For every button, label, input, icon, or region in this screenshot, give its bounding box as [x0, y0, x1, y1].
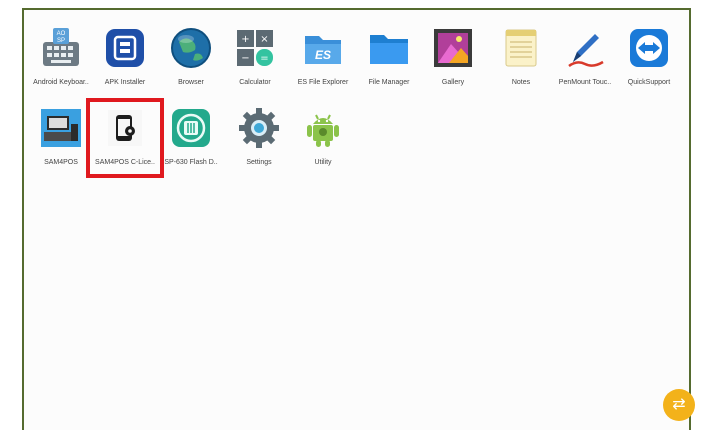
app-sam4pos[interactable]: SAM4POS	[29, 106, 93, 176]
app-label: PenMount Touc..	[558, 79, 612, 86]
pen-icon	[563, 26, 607, 70]
calculator-icon: + × − =	[233, 26, 277, 70]
app-label: APK Installer	[104, 79, 146, 86]
es-file-explorer-icon: ES	[301, 26, 345, 70]
app-sp630-flash-driver[interactable]: SP-630 Flash D..	[159, 106, 223, 176]
app-label: SP-630 Flash D..	[164, 159, 218, 166]
app-file-manager[interactable]: File Manager	[357, 26, 421, 96]
app-label: Gallery	[441, 79, 465, 86]
app-calculator[interactable]: + × − = Calculator	[223, 26, 287, 96]
app-gallery[interactable]: Gallery	[421, 26, 485, 96]
apk-installer-icon	[103, 26, 147, 70]
app-es-file-explorer[interactable]: ES ES File Explorer	[291, 26, 355, 96]
app-label: ES File Explorer	[297, 79, 349, 86]
app-label: QuickSupport	[627, 79, 671, 86]
app-quicksupport[interactable]: QuickSupport	[617, 26, 681, 96]
app-apk-installer[interactable]: APK Installer	[93, 26, 157, 96]
browser-globe-icon	[169, 26, 213, 70]
app-browser[interactable]: Browser	[159, 26, 223, 96]
teamviewer-icon	[627, 26, 671, 70]
svg-text:+: +	[241, 34, 249, 45]
app-notes[interactable]: Notes	[489, 26, 553, 96]
app-label: Notes	[511, 79, 531, 86]
app-label: Android Keyboar..	[33, 79, 89, 86]
app-label: Browser	[178, 79, 204, 86]
android-robot-icon	[301, 106, 345, 150]
app-settings[interactable]: Settings	[227, 106, 291, 176]
svg-text:ES: ES	[315, 48, 331, 62]
app-label: File Manager	[368, 79, 410, 86]
swap-button[interactable]: ⇄	[663, 389, 695, 421]
app-label: Settings	[246, 159, 272, 166]
folder-icon	[367, 26, 411, 70]
svg-text:AO: AO	[57, 31, 66, 37]
notes-icon	[499, 26, 543, 70]
flash-drive-icon	[169, 106, 213, 150]
app-utility[interactable]: Utility	[291, 106, 355, 176]
svg-text:=: =	[260, 53, 268, 64]
pos-terminal-icon	[39, 106, 83, 150]
gallery-icon	[431, 26, 475, 70]
svg-text:×: ×	[260, 34, 268, 45]
app-penmount-touch[interactable]: PenMount Touc..	[553, 26, 617, 96]
selection-highlight	[86, 98, 164, 178]
app-label: Calculator	[239, 79, 271, 86]
gear-icon	[237, 106, 281, 150]
app-android-keyboard[interactable]: AO SP Android Keyboar..	[29, 26, 93, 96]
aosp-keyboard-icon: AO SP	[39, 26, 83, 70]
svg-text:−: −	[241, 53, 249, 64]
app-label: Utility	[314, 159, 332, 166]
swap-arrows-icon: ⇄	[672, 394, 686, 413]
svg-text:SP: SP	[57, 38, 65, 44]
